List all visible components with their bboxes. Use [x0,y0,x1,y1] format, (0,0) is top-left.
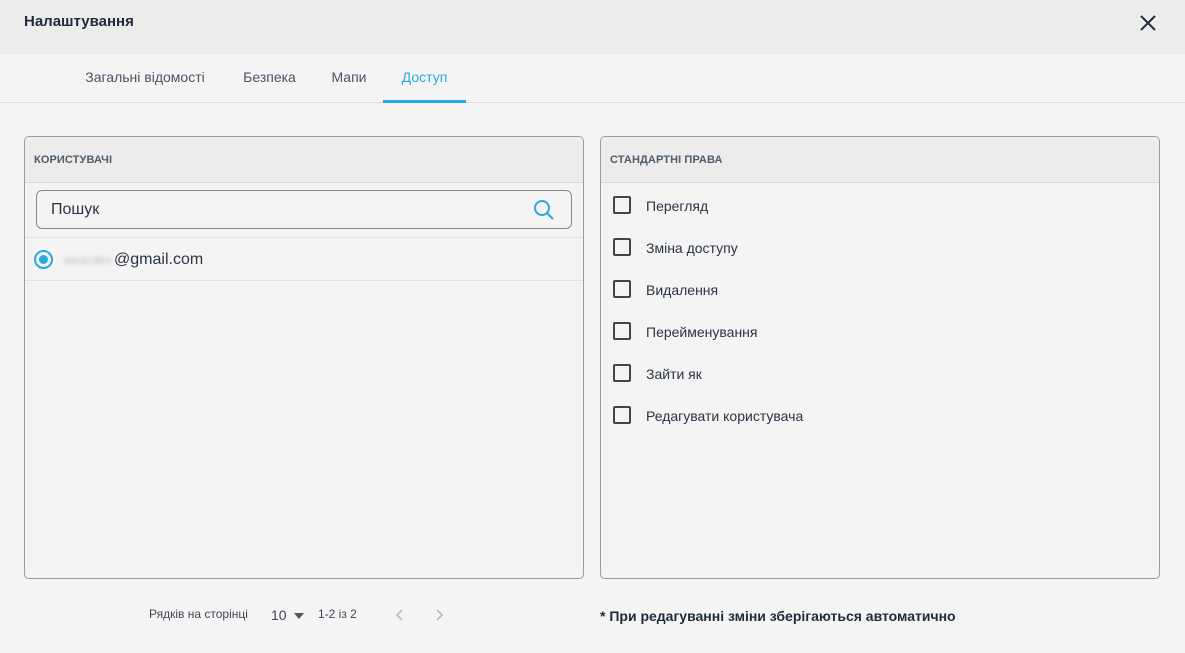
users-panel: КОРИСТУВАЧІ asus.dev@gmail.com [24,136,584,579]
permission-change-access[interactable]: Зміна доступу [613,237,913,257]
permission-edit-user-label: Редагувати користувача [646,408,804,424]
chevron-left-icon[interactable] [392,606,408,624]
permission-view[interactable]: Перегляд [613,195,913,215]
permission-edit-user[interactable]: Редагувати користувача [613,405,913,425]
permission-rename[interactable]: Перейменування [613,321,913,341]
dialog-header: Налаштування [0,0,1185,54]
rows-per-page-value: 10 [271,607,287,623]
permission-delete-checkbox[interactable] [613,280,631,298]
permission-change-access-label: Зміна доступу [646,240,738,256]
rows-per-page-select[interactable]: 10 [271,607,305,623]
chevron-down-icon[interactable] [294,613,305,620]
user-email: asus.dev @gmail.com [64,251,203,269]
tab-general[interactable]: Загальні відомості [80,54,210,102]
tab-access[interactable]: Доступ [383,54,466,103]
search-box [36,190,572,229]
permission-view-label: Перегляд [646,198,709,214]
permission-login-as-label: Зайти як [646,366,702,382]
user-email-blurred: asus.dev [64,253,113,267]
dialog-title: Налаштування [24,13,134,30]
search-icon[interactable] [533,199,555,221]
user-select-radio[interactable] [34,250,53,269]
chevron-right-icon[interactable] [431,606,447,624]
user-list-item[interactable]: asus.dev @gmail.com [25,237,583,281]
rights-panel: СТАНДАРТНІ ПРАВА Перегляд Зміна доступу … [600,136,1160,579]
permission-change-access-checkbox[interactable] [613,238,631,256]
permission-delete[interactable]: Видалення [613,279,913,299]
tab-security[interactable]: Безпека [241,54,298,102]
autosave-note: * При редагуванні зміни зберігаються авт… [600,608,956,624]
rows-per-page-label: Рядків на сторінці [149,607,248,621]
permission-rename-label: Перейменування [646,324,758,340]
rights-panel-header: СТАНДАРТНІ ПРАВА [601,137,1159,183]
user-email-domain: @gmail.com [114,251,204,268]
users-panel-header: КОРИСТУВАЧІ [25,137,583,183]
search-input[interactable] [51,200,521,220]
permission-login-as[interactable]: Зайти як [613,363,913,383]
tab-bar: Загальні відомості Безпека Мапи Доступ [0,54,1185,103]
permission-view-checkbox[interactable] [613,196,631,214]
page-range: 1-2 із 2 [318,607,357,621]
permission-edit-user-checkbox[interactable] [613,406,631,424]
close-icon[interactable] [1136,11,1160,35]
tab-maps[interactable]: Мапи [330,54,368,102]
permission-login-as-checkbox[interactable] [613,364,631,382]
permission-rename-checkbox[interactable] [613,322,631,340]
permission-delete-label: Видалення [646,282,719,298]
